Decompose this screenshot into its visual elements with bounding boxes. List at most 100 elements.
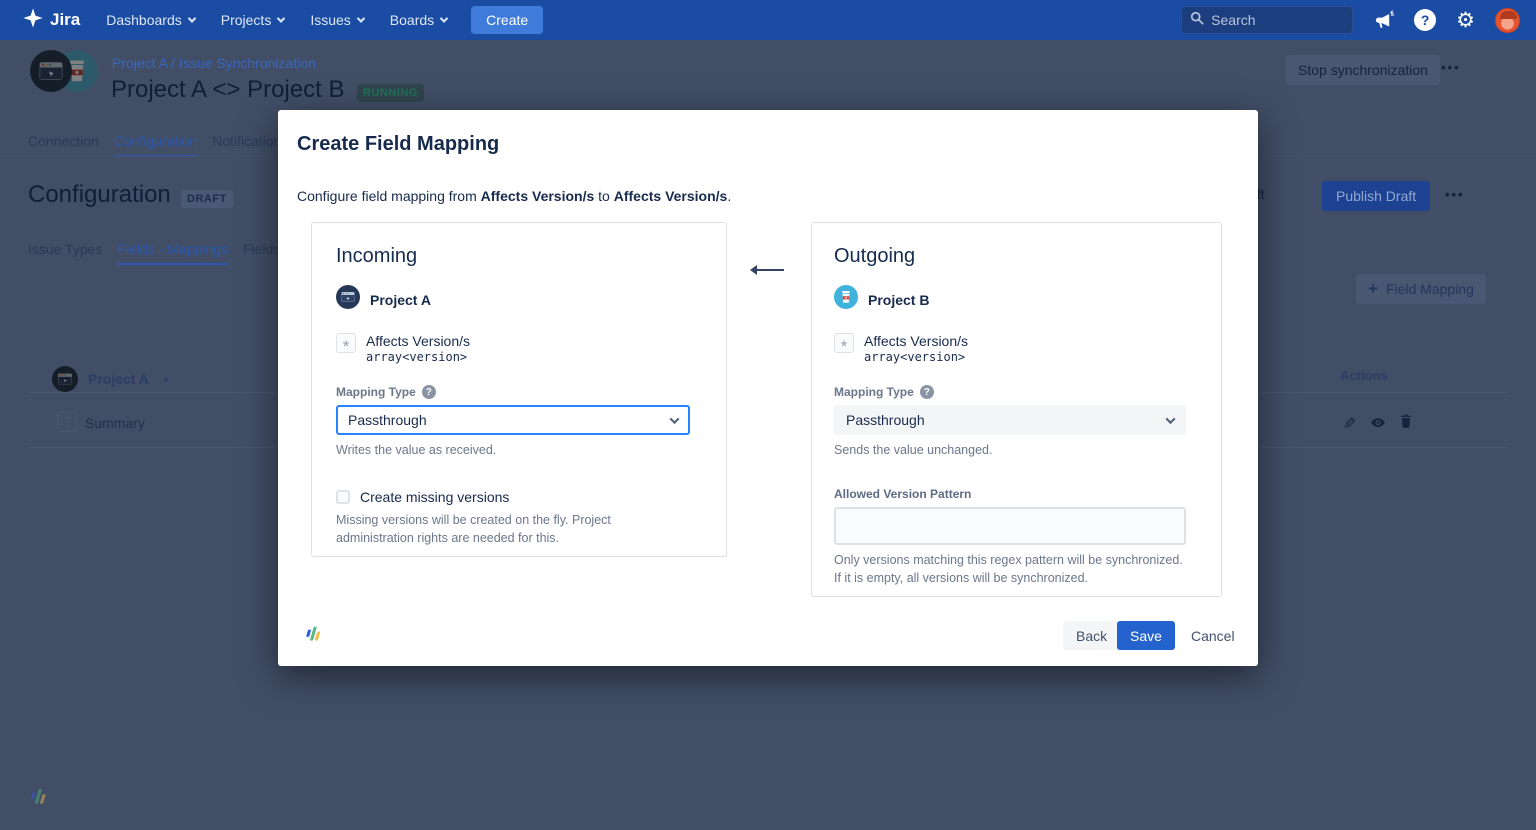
subtab-fields-mappings[interactable]: Fields - Mappings [117, 241, 228, 265]
chevron-down-icon [440, 14, 448, 22]
create-missing-versions-option[interactable]: Create missing versions [336, 489, 702, 505]
outgoing-mapping-type-select[interactable]: Passthrough [834, 405, 1186, 435]
version-field-icon: * [336, 333, 356, 353]
nav-item-label: Boards [390, 12, 434, 28]
chevron-down-icon [1166, 414, 1176, 424]
header-more-icon[interactable]: ••• [1441, 60, 1461, 75]
stop-synchronization-button[interactable]: Stop synchronization [1286, 55, 1440, 85]
mapping-type-help-icon[interactable]: ? [422, 385, 436, 399]
cancel-button[interactable]: Cancel [1181, 621, 1245, 650]
outgoing-field-name: Affects Version/s [864, 333, 968, 349]
outgoing-heading: Outgoing [834, 245, 1199, 268]
incoming-mapping-type-label-row: Mapping Type ? [336, 385, 702, 399]
sort-caret-icon[interactable]: ▲ [162, 374, 170, 383]
incoming-project-name: Project A [370, 292, 431, 308]
incoming-heading: Incoming [336, 245, 702, 268]
allowed-version-pattern-label: Allowed Version Pattern [834, 487, 1199, 501]
outgoing-project-name: Project B [868, 292, 929, 308]
status-badge: RUNNING [357, 84, 424, 102]
subtitle-prefix: Configure field mapping from [297, 188, 481, 204]
edit-pencil-icon[interactable]: ✎ [1343, 414, 1356, 434]
outgoing-project-row: Project B [834, 285, 1199, 314]
version-field-icon: * [834, 333, 854, 353]
tab-configuration[interactable]: Configuration [114, 133, 197, 157]
create-missing-versions-helper: Missing versions will be created on the … [336, 511, 646, 547]
chevron-down-icon [670, 414, 680, 424]
jira-home-link[interactable]: Jira [22, 7, 80, 34]
incoming-field-name: Affects Version/s [366, 333, 470, 349]
connection-tabs: Connection Configuration Notifications [28, 133, 288, 157]
draft-badge: DRAFT [181, 190, 233, 208]
settings-gear-icon[interactable]: ⚙ [1456, 10, 1475, 31]
outgoing-field-row: * Affects Version/s array<version> [834, 333, 1199, 364]
add-field-mapping-button[interactable]: + Field Mapping [1356, 274, 1486, 304]
subtitle-to-field: Affects Version/s [614, 188, 728, 204]
mapping-type-help-icon[interactable]: ? [920, 385, 934, 399]
create-field-mapping-modal: Create Field Mapping Configure field map… [278, 110, 1258, 666]
publish-draft-button[interactable]: Publish Draft [1322, 181, 1430, 211]
nav-right-cluster: ? ⚙ [1181, 6, 1520, 34]
view-eye-icon[interactable] [1370, 416, 1386, 435]
nav-item-issues[interactable]: Issues [310, 12, 363, 28]
delete-trash-icon[interactable] [1399, 414, 1413, 434]
nav-item-projects[interactable]: Projects [221, 12, 285, 28]
search-box[interactable] [1181, 6, 1353, 34]
project-a-avatar [30, 50, 72, 92]
nav-item-label: Issues [310, 12, 350, 28]
outgoing-mapping-type-helper: Sends the value unchanged. [834, 441, 1199, 459]
allowed-version-pattern-helper: Only versions matching this regex patter… [834, 551, 1184, 587]
incoming-field-row: * Affects Version/s array<version> [336, 333, 702, 364]
incoming-field-type: array<version> [366, 350, 470, 364]
add-field-mapping-label: Field Mapping [1386, 281, 1474, 297]
search-input[interactable] [1211, 12, 1344, 28]
text-field-type-icon: T [57, 412, 77, 432]
project-b-avatar [834, 285, 858, 314]
help-icon[interactable]: ? [1414, 9, 1436, 31]
search-icon [1190, 11, 1204, 30]
outgoing-card: Outgoing Project B * Affects Version/s a… [811, 222, 1222, 597]
subtitle-suffix: . [727, 188, 731, 204]
configuration-more-icon[interactable]: ••• [1445, 187, 1465, 202]
incoming-project-row: Project A [336, 285, 702, 314]
incoming-direction-arrow-icon [752, 269, 784, 271]
jira-logo-icon [22, 7, 44, 34]
nav-item-boards[interactable]: Boards [390, 12, 447, 28]
configuration-subtabs: Issue Types Fields - Mappings Fields [28, 241, 280, 265]
allowed-version-pattern-input[interactable] [834, 507, 1186, 545]
outgoing-mapping-type-label-row: Mapping Type ? [834, 385, 1199, 399]
nav-item-label: Dashboards [106, 12, 182, 28]
tab-connection[interactable]: Connection [28, 133, 99, 157]
modal-subtitle: Configure field mapping from Affects Ver… [297, 188, 731, 204]
subtitle-from-field: Affects Version/s [481, 188, 595, 204]
app-root: Jira Dashboards Projects Issues Boards C… [0, 0, 1536, 830]
configuration-heading: Configuration [28, 181, 171, 209]
user-avatar[interactable] [1495, 8, 1520, 33]
save-button[interactable]: Save [1117, 621, 1175, 650]
tab-notifications[interactable]: Notifications [212, 133, 288, 157]
incoming-mapping-type-select[interactable]: Passthrough [336, 405, 690, 435]
page-title: Project A <> Project B [111, 76, 344, 104]
subtab-issue-types[interactable]: Issue Types [28, 241, 102, 265]
nav-item-label: Projects [221, 12, 272, 28]
mapping-type-label: Mapping Type [834, 385, 914, 399]
incoming-card: Incoming Project A * Affects Version/s a… [311, 222, 727, 557]
breadcrumb[interactable]: Project A / Issue Synchronization [112, 55, 316, 71]
create-missing-versions-label: Create missing versions [360, 489, 509, 505]
subtitle-middle: to [594, 188, 613, 204]
mapping-type-label: Mapping Type [336, 385, 416, 399]
table-row-field-name: Summary [85, 415, 145, 431]
plus-icon: + [1368, 279, 1378, 299]
create-missing-versions-checkbox[interactable] [336, 490, 350, 504]
outgoing-mapping-type-value: Passthrough [846, 412, 925, 428]
table-header-project-a[interactable]: Project A [88, 371, 149, 387]
chevron-down-icon [277, 14, 285, 22]
chevron-down-icon [357, 14, 365, 22]
create-button[interactable]: Create [471, 6, 543, 34]
subtab-fields[interactable]: Fields [243, 241, 280, 265]
incoming-mapping-type-helper: Writes the value as received. [336, 441, 702, 459]
nav-menu: Dashboards Projects Issues Boards [106, 12, 447, 28]
top-navbar: Jira Dashboards Projects Issues Boards C… [0, 0, 1536, 40]
nav-item-dashboards[interactable]: Dashboards [106, 12, 195, 28]
back-button[interactable]: Back [1063, 621, 1120, 650]
announcements-megaphone-icon[interactable] [1373, 10, 1394, 31]
